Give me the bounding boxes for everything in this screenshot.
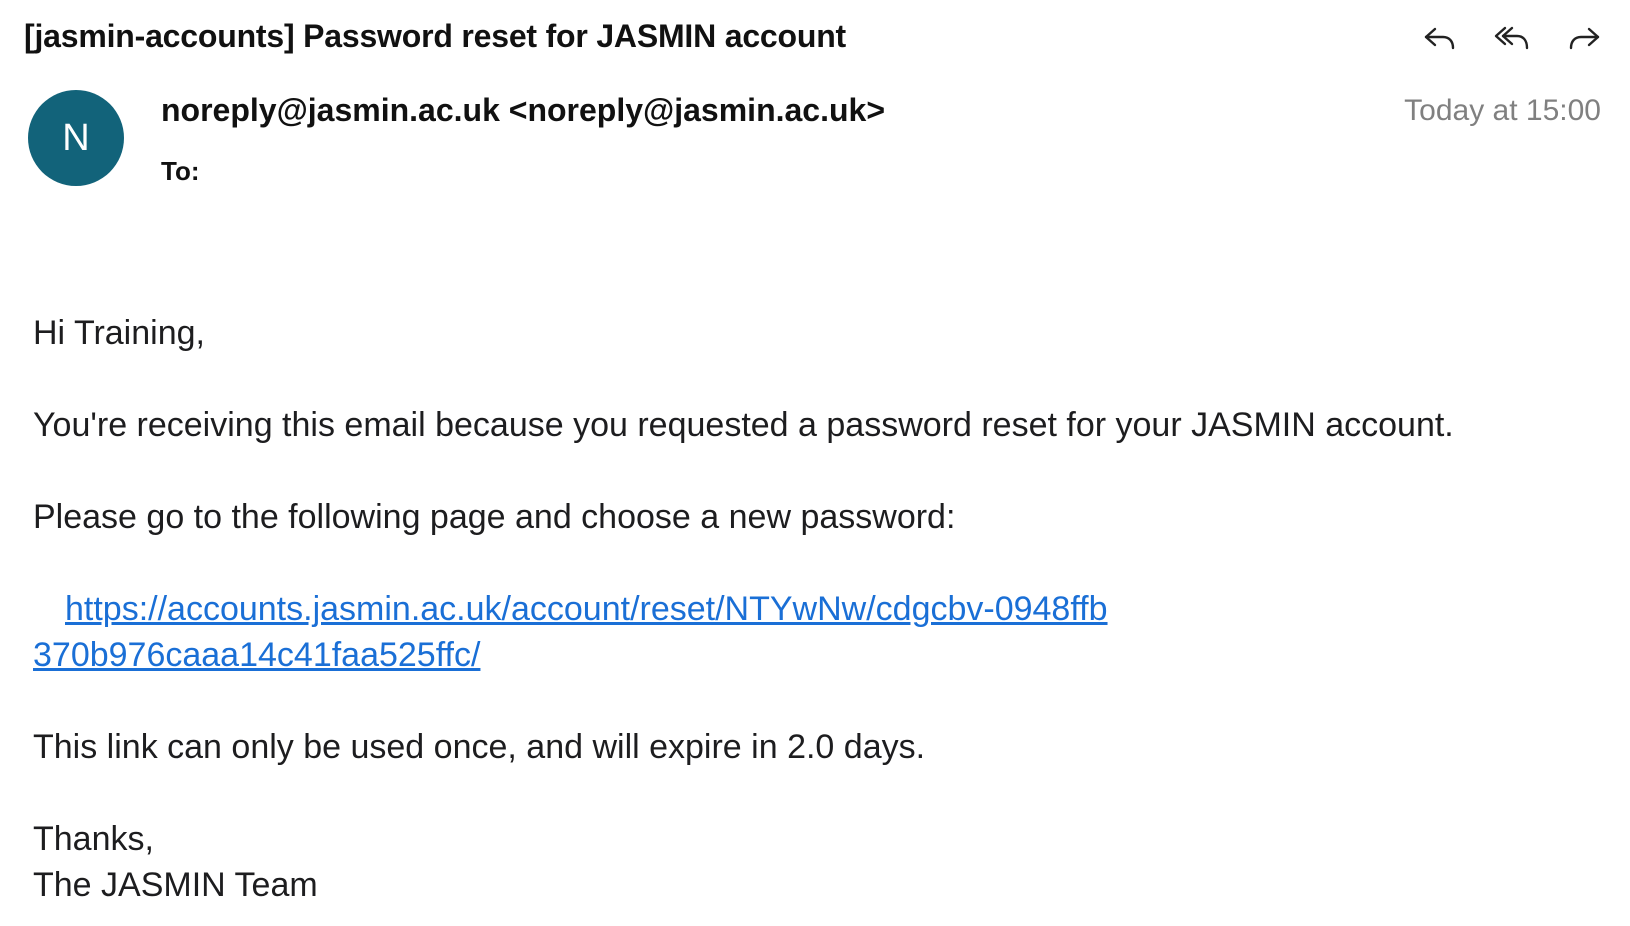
to-label: To: <box>161 156 200 186</box>
body-paragraph-2: Please go to the following page and choo… <box>33 498 956 536</box>
email-body: Hi Training, You're receiving this email… <box>33 310 1603 908</box>
greeting: Hi Training, <box>33 314 205 352</box>
sender-address[interactable]: noreply@jasmin.ac.uk <noreply@jasmin.ac.… <box>161 92 885 129</box>
forward-icon <box>1569 27 1600 50</box>
sender-avatar: N <box>28 90 124 186</box>
message-actions <box>1418 18 1606 58</box>
password-reset-link[interactable]: https://accounts.jasmin.ac.uk/account/re… <box>33 586 1113 678</box>
reply-button[interactable] <box>1418 18 1462 58</box>
reply-all-button[interactable] <box>1490 18 1534 58</box>
timestamp: Today at 15:00 <box>1404 94 1601 127</box>
signature: The JASMIN Team <box>33 866 318 904</box>
signoff: Thanks, <box>33 820 154 858</box>
email-subject: [jasmin-accounts] Password reset for JAS… <box>24 18 847 54</box>
reply-all-icon <box>1494 26 1529 50</box>
forward-button[interactable] <box>1562 18 1606 58</box>
body-paragraph-1: You're receiving this email because you … <box>33 406 1454 444</box>
reply-icon <box>1424 27 1455 50</box>
body-paragraph-3: This link can only be used once, and wil… <box>33 728 926 766</box>
